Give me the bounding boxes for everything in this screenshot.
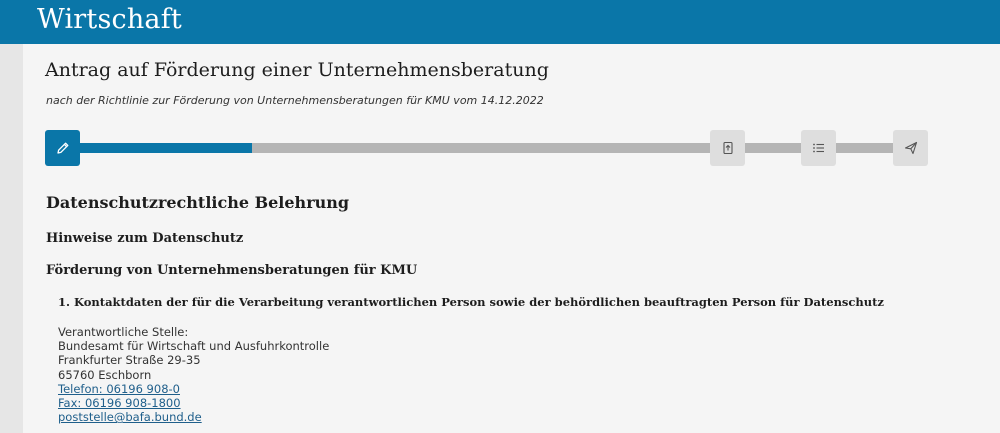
section-title: Datenschutzrechtliche Belehrung bbox=[46, 193, 350, 212]
app-header: Wirtschaft bbox=[0, 0, 1000, 44]
contact-label: Verantwortliche Stelle: bbox=[58, 325, 189, 339]
send-icon bbox=[904, 141, 917, 155]
upload-document-icon bbox=[722, 141, 733, 155]
phone-link[interactable]: Telefon: 06196 908-0 bbox=[58, 382, 180, 396]
step-upload-button[interactable] bbox=[710, 130, 745, 166]
email-link[interactable]: poststelle@bafa.bund.de bbox=[58, 410, 202, 424]
contact-city: 65760 Eschborn bbox=[58, 367, 152, 382]
page-subtitle: nach der Richtlinie zur Förderung von Un… bbox=[46, 94, 544, 107]
list-icon bbox=[812, 143, 824, 153]
step-submit-button[interactable] bbox=[893, 130, 928, 166]
contact-block: Verantwortliche Stelle: Bundesamt für Wi… bbox=[58, 325, 329, 424]
topic-title: Förderung von Unternehmensberatungen für… bbox=[46, 263, 418, 278]
step-summary-button[interactable] bbox=[801, 130, 836, 166]
subsection-title: Hinweise zum Datenschutz bbox=[46, 231, 244, 246]
step-edit-button[interactable] bbox=[45, 130, 80, 166]
pencil-icon bbox=[56, 142, 68, 154]
item-title: 1. Kontaktdaten der für die Verarbeitung… bbox=[58, 295, 884, 309]
fax-link[interactable]: Fax: 06196 908-1800 bbox=[58, 396, 181, 410]
stepper-progress bbox=[62, 143, 252, 153]
contact-org: Bundesamt für Wirtschaft und Ausfuhrkont… bbox=[58, 339, 330, 354]
contact-street: Frankfurter Straße 29-35 bbox=[58, 353, 201, 368]
app-title: Wirtschaft bbox=[37, 4, 182, 35]
page-title: Antrag auf Förderung einer Unternehmensb… bbox=[45, 59, 549, 81]
